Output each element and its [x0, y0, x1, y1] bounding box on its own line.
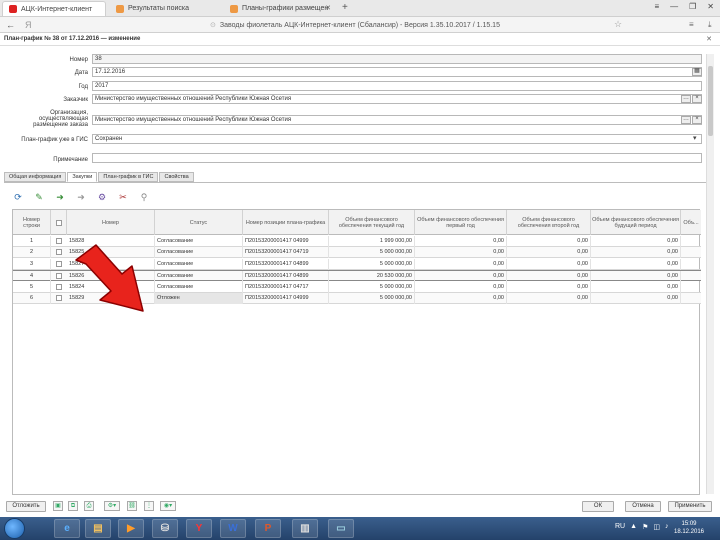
word-icon[interactable]: W: [220, 519, 246, 538]
window-icon[interactable]: ▭: [328, 519, 354, 538]
clock[interactable]: 15:09 18.12.2016: [666, 520, 712, 536]
explorer-icon[interactable]: ▤: [85, 519, 111, 538]
red-arrow-annotation: [75, 244, 144, 312]
ie-icon[interactable]: e: [54, 519, 80, 538]
start-button[interactable]: [4, 518, 25, 539]
network-icon[interactable]: ⛁: [152, 519, 178, 538]
tray-expand-icon[interactable]: ▲: [630, 523, 637, 531]
media-icon[interactable]: ▶: [118, 519, 144, 538]
archive-icon[interactable]: ▥: [292, 519, 318, 538]
system-tray: RU ▲ ⚑ ◫ ♪: [615, 523, 668, 531]
language-indicator[interactable]: RU: [615, 523, 625, 531]
screen: АЦК-Интернет-клиент Результаты поиска Пл…: [0, 0, 720, 540]
windows-taskbar: e ▤ ▶ ⛁ Y W P ▥ ▭ RU ▲ ⚑ ◫ ♪ 15:09 18.12.2016: [0, 517, 720, 540]
network-tray-icon[interactable]: ◫: [653, 523, 660, 531]
clock-date: 18.12.2016: [673, 529, 705, 535]
clock-time: 15:09: [681, 521, 697, 527]
yandex-browser-icon[interactable]: Y: [186, 519, 212, 538]
red-arrow-icon: [75, 244, 144, 312]
powerpoint-icon[interactable]: P: [255, 519, 281, 538]
flag-icon[interactable]: ⚑: [642, 523, 648, 531]
